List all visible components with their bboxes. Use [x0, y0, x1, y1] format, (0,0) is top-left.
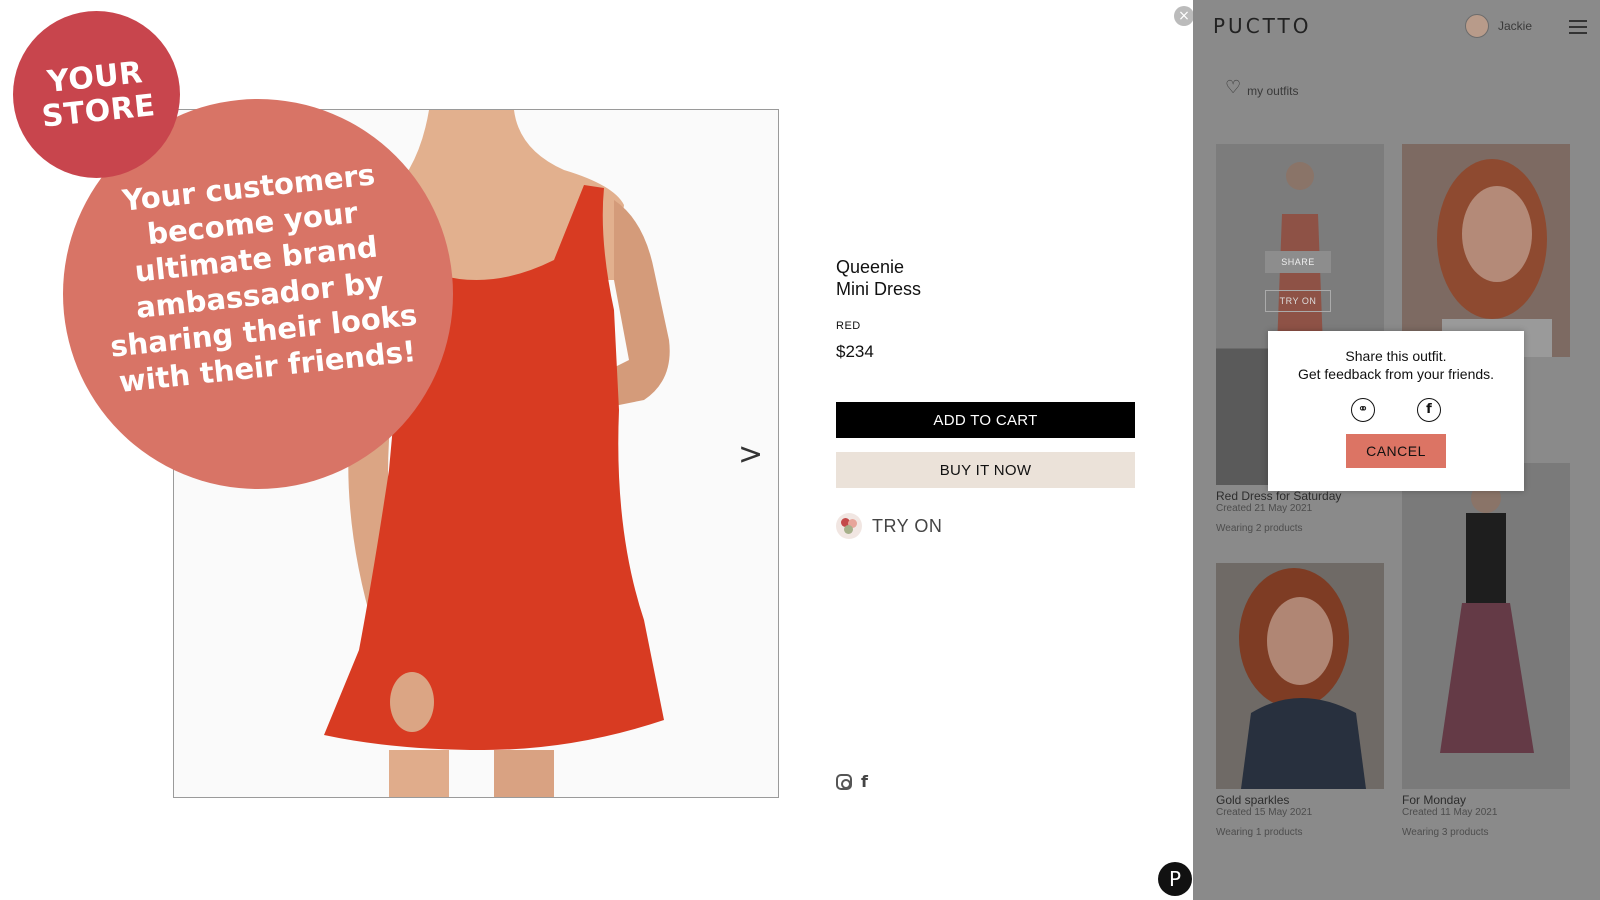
try-on-icon	[836, 513, 862, 539]
outfit-title: For Monday	[1402, 793, 1467, 807]
promo-your-store-badge: YOUR STORE	[13, 11, 180, 178]
share-dialog: Share this outfit. Get feedback from you…	[1268, 331, 1524, 491]
brand-logo: PUCTTO	[1213, 14, 1312, 38]
outfit-wearing: Wearing 3 products	[1402, 827, 1489, 838]
my-outfits-label: my outfits	[1247, 83, 1299, 98]
instagram-icon[interactable]	[836, 773, 852, 790]
avatar	[1465, 14, 1489, 38]
outfit-title: Gold sparkles	[1216, 793, 1290, 807]
hamburger-menu-icon[interactable]	[1569, 20, 1587, 38]
promo-small-text: YOUR STORE	[39, 54, 157, 135]
puctto-logo-icon[interactable]: P	[1158, 862, 1192, 896]
link-icon[interactable]: ⚭	[1351, 398, 1375, 422]
product-modal: > YOUR STORE Your customers become your …	[0, 0, 1600, 900]
try-on-button[interactable]: TRY ON	[836, 513, 942, 539]
facebook-icon[interactable]: f	[861, 772, 868, 791]
outfit-created: Created 11 May 2021	[1402, 807, 1498, 818]
outfit-created: Created 21 May 2021	[1216, 503, 1313, 514]
share-dialog-title: Share this outfit.	[1345, 348, 1447, 364]
outfit-wearing: Wearing 2 products	[1216, 523, 1303, 534]
outfit-wearing: Wearing 1 products	[1216, 827, 1303, 838]
outfit-created: Created 15 May 2021	[1216, 807, 1313, 818]
outfit-photo	[1216, 563, 1384, 789]
product-color: RED	[836, 320, 861, 332]
facebook-share-icon[interactable]: f	[1417, 398, 1441, 422]
product-price: $234	[836, 342, 874, 361]
product-name-line2: Mini Dress	[836, 279, 922, 299]
try-on-label: TRY ON	[872, 515, 943, 536]
close-icon[interactable]: ×	[1174, 6, 1194, 26]
add-to-cart-button[interactable]: ADD TO CART	[836, 402, 1135, 438]
buy-now-button[interactable]: BUY IT NOW	[836, 452, 1135, 488]
share-options: ⚭ f	[1268, 398, 1524, 422]
user-name: Jackie	[1498, 19, 1533, 33]
outfit-share-button[interactable]: SHARE	[1265, 251, 1331, 273]
outfit-card[interactable]: Gold sparkles Created 15 May 2021 Wearin…	[1216, 563, 1384, 838]
outfit-card[interactable]: For Monday Created 11 May 2021 Wearing 3…	[1402, 463, 1570, 838]
my-outfits-link[interactable]: ♡ my outfits	[1225, 77, 1299, 98]
user-profile[interactable]: Jackie	[1465, 14, 1532, 38]
heart-icon: ♡	[1225, 77, 1242, 98]
outfit-title: Red Dress for Saturday	[1216, 489, 1342, 503]
next-image-arrow[interactable]: >	[738, 440, 763, 470]
cancel-button[interactable]: CANCEL	[1346, 434, 1446, 468]
outfit-try-on-button[interactable]: TRY ON	[1265, 290, 1331, 312]
promo-big-text: Your customers become your ultimate bran…	[108, 157, 419, 400]
product-name-line1: Queenie	[836, 257, 905, 277]
share-dialog-subtitle: Get feedback from your friends.	[1297, 366, 1495, 382]
product-info: Queenie Mini Dress RED $234	[836, 256, 1136, 362]
outfit-photo	[1402, 463, 1570, 789]
outfit-card[interactable]	[1402, 144, 1570, 357]
social-links: f	[836, 772, 868, 791]
outfit-photo	[1402, 144, 1570, 357]
